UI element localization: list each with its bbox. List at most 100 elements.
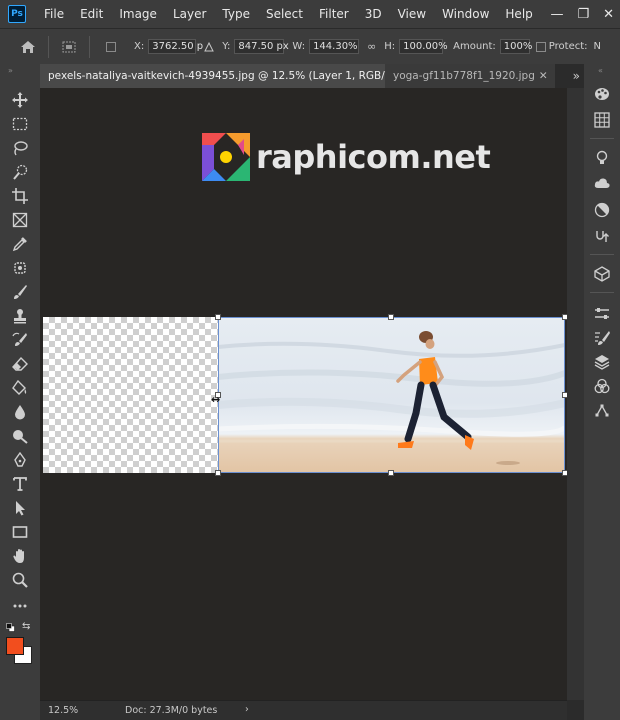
dock-divider bbox=[590, 254, 614, 255]
rectangle-tool-icon[interactable] bbox=[10, 522, 30, 542]
zoom-level[interactable]: 12.5% bbox=[48, 705, 78, 716]
close-window-button[interactable]: ✕ bbox=[603, 7, 614, 22]
menu-file[interactable]: File bbox=[36, 0, 72, 28]
transparent-area[interactable] bbox=[43, 317, 218, 473]
tab-pexels-document[interactable]: pexels-nataliya-vaitkevich-4939455.jpg @… bbox=[40, 64, 385, 88]
dock-divider bbox=[590, 138, 614, 139]
transform-preset-icon[interactable] bbox=[61, 40, 77, 54]
protect-checkbox[interactable] bbox=[535, 41, 546, 52]
canvas-area[interactable]: raphicom.net ↔ bbox=[40, 88, 568, 700]
window-controls: — ❐ ✕ bbox=[550, 0, 614, 28]
transform-handle-top[interactable] bbox=[388, 314, 394, 320]
close-tab-icon[interactable]: ✕ bbox=[539, 70, 548, 82]
color-panel-icon[interactable] bbox=[592, 84, 612, 104]
panel-dock: « bbox=[584, 64, 620, 720]
zoom-tool-icon[interactable] bbox=[10, 570, 30, 590]
channels-rgb-panel-icon[interactable] bbox=[592, 376, 612, 396]
collapse-toolbar-icon[interactable]: » bbox=[8, 66, 13, 75]
menu-window[interactable]: Window bbox=[434, 0, 497, 28]
tab-yoga-document[interactable]: yoga-gf11b778f1_1920.jpg ✕ bbox=[385, 64, 555, 88]
hand-tool-icon[interactable] bbox=[10, 546, 30, 566]
protect-label: Protect: bbox=[548, 41, 588, 52]
w-field[interactable]: 144.30% bbox=[309, 39, 360, 54]
graphicom-watermark: raphicom.net bbox=[198, 128, 491, 186]
amount-field[interactable]: 100% bbox=[499, 39, 532, 54]
transform-handle-bottom-left[interactable] bbox=[215, 470, 221, 476]
collapse-panels-icon[interactable]: « bbox=[598, 66, 603, 75]
minimize-button[interactable]: — bbox=[550, 7, 563, 22]
options-bar: X: 3762.50 p Y: 847.50 px W: 144.30% ∞ H… bbox=[0, 28, 620, 64]
eyedropper-tool-icon[interactable] bbox=[10, 234, 30, 254]
document-info: Doc: 27.3M/0 bytes bbox=[125, 705, 218, 716]
type-tool-icon[interactable] bbox=[10, 474, 30, 494]
adjustments-panel-icon[interactable] bbox=[592, 200, 612, 220]
path-selection-tool-icon[interactable] bbox=[10, 498, 30, 518]
edit-toolbar-icon[interactable] bbox=[10, 596, 30, 616]
tools-panel: » ⇆ bbox=[0, 64, 40, 720]
x-label: X: bbox=[134, 41, 145, 52]
quick-selection-tool-icon[interactable] bbox=[10, 162, 30, 182]
history-brush-tool-icon[interactable] bbox=[10, 330, 30, 350]
swap-colors-icon[interactable]: ⇆ bbox=[22, 621, 30, 632]
amount-label: Amount: bbox=[453, 41, 496, 52]
menu-help[interactable]: Help bbox=[497, 0, 540, 28]
w-label: W: bbox=[292, 41, 306, 52]
spot-healing-tool-icon[interactable] bbox=[10, 258, 30, 278]
frame-tool-icon[interactable] bbox=[10, 210, 30, 230]
maximize-button[interactable]: ❐ bbox=[577, 7, 589, 22]
blur-tool-icon[interactable] bbox=[10, 402, 30, 422]
menu-view[interactable]: View bbox=[390, 0, 434, 28]
brush-settings-panel-icon[interactable] bbox=[592, 328, 612, 348]
foreground-color-swatch[interactable] bbox=[6, 637, 24, 655]
move-tool-icon[interactable] bbox=[10, 90, 30, 110]
transform-handle-top-left[interactable] bbox=[215, 314, 221, 320]
transform-bounding-box[interactable] bbox=[218, 317, 565, 473]
menu-image[interactable]: Image bbox=[111, 0, 165, 28]
transform-handle-bottom[interactable] bbox=[388, 470, 394, 476]
tab-label: yoga-gf11b778f1_1920.jpg bbox=[393, 70, 535, 82]
clone-stamp-tool-icon[interactable] bbox=[10, 306, 30, 326]
lasso-tool-icon[interactable] bbox=[10, 138, 30, 158]
menu-edit[interactable]: Edit bbox=[72, 0, 111, 28]
menu-select[interactable]: Select bbox=[258, 0, 311, 28]
link-icon[interactable]: ∞ bbox=[367, 40, 376, 53]
status-bar: 12.5% Doc: 27.3M/0 bytes › bbox=[40, 700, 567, 720]
paint-bucket-tool-icon[interactable] bbox=[10, 378, 30, 398]
reference-point-checkbox[interactable] bbox=[106, 41, 116, 52]
h-label: H: bbox=[384, 41, 396, 52]
options-divider bbox=[48, 35, 49, 58]
learn-panel-icon[interactable] bbox=[592, 148, 612, 168]
channels-panel-icon[interactable] bbox=[592, 226, 612, 246]
menu-type[interactable]: Type bbox=[214, 0, 258, 28]
dock-divider bbox=[590, 292, 614, 293]
menu-layer[interactable]: Layer bbox=[165, 0, 214, 28]
3d-panel-icon[interactable] bbox=[592, 264, 612, 284]
menu-3d[interactable]: 3D bbox=[357, 0, 390, 28]
options-overflow-label: N bbox=[593, 41, 602, 52]
delta-icon[interactable] bbox=[204, 41, 215, 52]
pen-tool-icon[interactable] bbox=[10, 450, 30, 470]
status-menu-arrow-icon[interactable]: › bbox=[245, 704, 249, 715]
brush-tool-icon[interactable] bbox=[10, 282, 30, 302]
watermark-text: raphicom.net bbox=[256, 138, 491, 176]
x-field[interactable]: 3762.50 p bbox=[148, 39, 203, 54]
marquee-tool-icon[interactable] bbox=[10, 114, 30, 134]
menu-filter[interactable]: Filter bbox=[311, 0, 357, 28]
y-field[interactable]: 847.50 px bbox=[234, 39, 289, 54]
vertical-scrollbar[interactable] bbox=[567, 88, 584, 700]
default-colors-icon[interactable] bbox=[6, 622, 15, 632]
properties-panel-icon[interactable] bbox=[592, 304, 612, 324]
eraser-tool-icon[interactable] bbox=[10, 354, 30, 374]
dodge-tool-icon[interactable] bbox=[10, 426, 30, 446]
photoshop-logo-icon[interactable]: Ps bbox=[8, 5, 26, 23]
crop-tool-icon[interactable] bbox=[10, 186, 30, 206]
home-icon[interactable] bbox=[20, 40, 36, 54]
paths-panel-icon[interactable] bbox=[592, 400, 612, 420]
swatches-panel-icon[interactable] bbox=[592, 110, 612, 130]
libraries-panel-icon[interactable] bbox=[592, 174, 612, 194]
more-tabs-icon[interactable]: » bbox=[573, 64, 580, 88]
h-field[interactable]: 100.00% bbox=[399, 39, 448, 54]
graphicom-logo-icon bbox=[202, 133, 250, 181]
resize-cursor-icon: ↔ bbox=[211, 393, 221, 406]
layers-panel-icon[interactable] bbox=[592, 352, 612, 372]
